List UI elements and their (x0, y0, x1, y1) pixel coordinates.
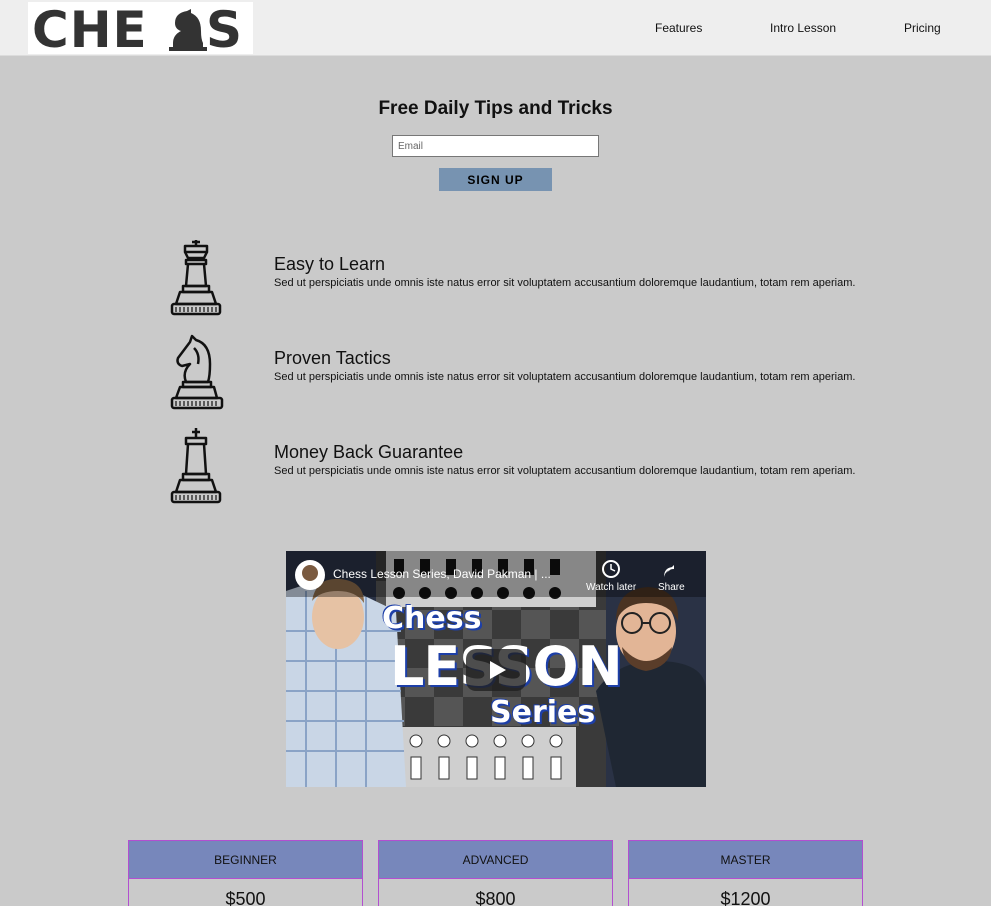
feature-money-back-guarantee: Money Back Guarantee Sed ut perspiciatis… (160, 428, 860, 508)
king-icon (170, 428, 222, 504)
share-button[interactable]: Share (658, 582, 685, 593)
logo-wordmark: CHE S (32, 2, 242, 54)
nav-link-features[interactable]: Features (655, 21, 702, 35)
feature-description: Sed ut perspiciatis unde omnis iste natu… (274, 465, 856, 477)
feature-title: Proven Tactics (274, 348, 391, 368)
pricing-tier: MASTER (629, 841, 862, 879)
queen-icon (170, 240, 222, 316)
feature-description: Sed ut perspiciatis unde omnis iste natu… (274, 277, 856, 289)
thumbnail-text-series: Series (490, 695, 596, 730)
video-title[interactable]: Chess Lesson Series, David Pakman | ... (333, 567, 551, 581)
feature-easy-to-learn: Easy to Learn Sed ut perspiciatis unde o… (160, 240, 860, 320)
nav-link-pricing[interactable]: Pricing (904, 21, 941, 35)
nav-link-intro-lesson[interactable]: Intro Lesson (770, 21, 836, 35)
watch-later-button[interactable]: Watch later (586, 582, 636, 593)
newsletter-title: Free Daily Tips and Tricks (378, 98, 613, 119)
chess-logo[interactable]: CHE S (28, 2, 253, 54)
top-navbar: CHE S Features Intro Lesson Pricing (0, 0, 991, 56)
email-field[interactable] (392, 135, 599, 157)
feature-description: Sed ut perspiciatis unde omnis iste natu… (274, 371, 856, 383)
pricing-price: $1200 (720, 889, 771, 906)
pricing-tier: BEGINNER (129, 841, 362, 879)
thumbnail-text-chess: Chess (382, 601, 482, 636)
knight-icon (170, 334, 224, 410)
play-icon[interactable] (466, 649, 526, 691)
pricing-card-advanced: ADVANCED $800 (378, 840, 613, 906)
svg-text:S: S (206, 2, 242, 54)
feature-title: Money Back Guarantee (274, 442, 464, 462)
pricing-card-master: MASTER $1200 (628, 840, 863, 906)
signup-button[interactable]: SIGN UP (439, 168, 552, 191)
pricing-tier: ADVANCED (379, 841, 612, 879)
feature-title: Easy to Learn (274, 254, 386, 274)
svg-text:CHE: CHE (32, 2, 148, 54)
feature-proven-tactics: Proven Tactics Sed ut perspiciatis unde … (160, 334, 860, 414)
pricing-price: $500 (225, 889, 266, 906)
pricing-price: $800 (475, 889, 516, 906)
intro-lesson-video[interactable]: Chess Lesson Series, David Pakman | ... … (286, 551, 706, 787)
pricing-card-beginner: BEGINNER $500 (128, 840, 363, 906)
